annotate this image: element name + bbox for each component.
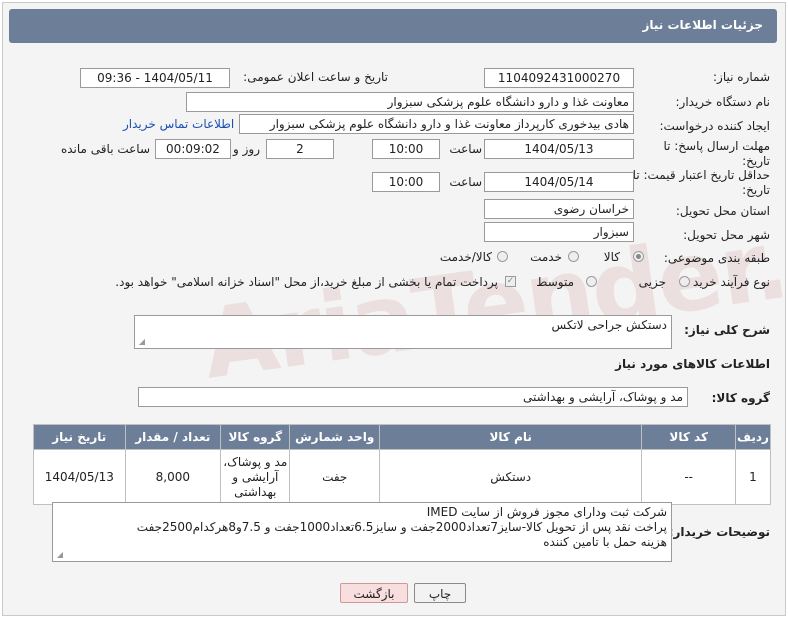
requester-field[interactable]: هادی بیدخوری کارپرداز معاونت غذا و دارو … (239, 114, 634, 134)
table-row[interactable]: 1 -- دستکش جفت مد و پوشاک، آرایشی و بهدا… (33, 449, 772, 505)
announce-datetime-label: تاریخ و ساعت اعلان عمومی: (243, 70, 388, 84)
need-number-field[interactable]: 1104092431000270 (484, 68, 634, 88)
treasury-note: پرداخت تمام یا بخشی از مبلغ خرید،از محل … (115, 275, 498, 289)
price-validity-time-field[interactable]: 10:00 (372, 172, 440, 192)
cell-row: 1 (734, 449, 772, 505)
reply-deadline-time-label: ساعت (449, 142, 482, 156)
back-button[interactable]: بازگشت (340, 583, 408, 603)
cell-date: 1404/05/13 (33, 449, 126, 505)
buyer-org-label: نام دستگاه خریدار: (675, 95, 771, 109)
buyer-notes-textarea[interactable]: شرکت ثبت ودارای مجوز فروش از سایت IMED پ… (52, 502, 672, 562)
need-number-label: شماره نیاز: (713, 70, 770, 84)
delivery-city-field[interactable]: سبزوار (484, 222, 634, 242)
resize-handle-icon[interactable]: ◢ (55, 551, 63, 559)
delivery-city-label: شهر محل تحویل: (683, 228, 770, 242)
description-textarea[interactable]: دستکش جراحی لاتکس ◢ (134, 315, 672, 349)
category-option-goods-service: کالا/خدمت (439, 250, 492, 264)
col-name: نام کالا (378, 424, 643, 450)
goods-table: ردیف کد کالا نام کالا واحد شمارش گروه کا… (33, 424, 772, 505)
category-option-service: خدمت (530, 250, 562, 264)
description-text: دستکش جراحی لاتکس (551, 318, 667, 332)
cell-code: -- (641, 449, 736, 505)
goods-group-field[interactable]: مد و پوشاک، آرایشی و بهداشتی (138, 387, 688, 407)
col-qty: تعداد / مقدار (124, 424, 222, 450)
purchase-type-label: نوع فرآیند خرید : (685, 275, 770, 289)
announce-datetime-field[interactable]: 1404/05/11 - 09:36 (80, 68, 230, 88)
delivery-province-field[interactable]: خراسان رضوی (484, 199, 634, 219)
category-radio-service[interactable] (568, 251, 579, 262)
print-button[interactable]: چاپ (414, 583, 466, 603)
col-unit: واحد شمارش (289, 424, 380, 450)
buyer-notes-line-2: پراخت نقد پس از تحویل کالا-سایز7تعداد200… (136, 520, 667, 534)
buyer-contact-link[interactable]: اطلاعات تماس خریدار (123, 117, 234, 131)
buyer-notes-line-3: هزینه حمل با تامین کننده (543, 535, 667, 549)
remaining-time-field[interactable]: 00:09:02 (155, 139, 231, 159)
price-validity-time-label: ساعت (449, 175, 482, 189)
goods-table-header: ردیف کد کالا نام کالا واحد شمارش گروه کا… (33, 424, 772, 450)
buyer-notes-line-1: شرکت ثبت ودارای مجوز فروش از سایت IMED (426, 505, 667, 519)
purchase-type-option-medium: متوسط (536, 275, 574, 289)
cell-unit: جفت (289, 449, 380, 505)
resize-handle-icon[interactable]: ◢ (137, 338, 145, 346)
cell-group: مد و پوشاک، آرایشی و بهداشتی (220, 449, 291, 505)
purchase-type-option-minor: جزیی (638, 275, 666, 289)
days-label: روز و (233, 142, 260, 156)
reply-deadline-days-field[interactable]: 2 (266, 139, 334, 159)
buyer-notes-label: توضیحات خریدار: (668, 525, 770, 539)
purchase-type-radio-minor[interactable] (679, 276, 690, 287)
col-row: ردیف (734, 424, 772, 450)
requester-label: ایجاد کننده درخواست: (659, 119, 770, 133)
cell-qty: 8,000 (124, 449, 222, 505)
cell-name: دستکش (378, 449, 643, 505)
col-code: کد کالا (641, 424, 736, 450)
price-validity-label: حداقل تاریخ اعتبار قیمت: تا تاریخ: (632, 168, 770, 197)
reply-deadline-date-field[interactable]: 1404/05/13 (484, 139, 634, 159)
buyer-org-field[interactable]: معاونت غذا و دارو دانشگاه علوم پزشکی سبز… (186, 92, 634, 112)
page-title: جزئیات اطلاعات نیاز (642, 18, 763, 32)
category-option-goods: کالا (603, 250, 620, 264)
goods-group-label: گروه کالا: (711, 391, 770, 405)
category-radio-goods-service[interactable] (497, 251, 508, 262)
delivery-province-label: استان محل تحویل: (675, 204, 770, 218)
remaining-time-label: ساعت باقی مانده (60, 142, 150, 156)
category-radio-goods[interactable] (633, 251, 644, 262)
category-label: طبقه بندی موضوعی: (663, 251, 770, 265)
description-label: شرح کلی نیاز: (684, 323, 770, 337)
col-group: گروه کالا (220, 424, 291, 450)
reply-deadline-time-field[interactable]: 10:00 (372, 139, 440, 159)
page-header: جزئیات اطلاعات نیاز (9, 9, 777, 43)
price-validity-date-field[interactable]: 1404/05/14 (484, 172, 634, 192)
col-date: تاریخ نیاز (33, 424, 126, 450)
goods-section-title: اطلاعات کالاهای مورد نیاز (615, 357, 770, 371)
treasury-checkbox[interactable]: ✓ (505, 276, 516, 287)
purchase-type-radio-medium[interactable] (586, 276, 597, 287)
reply-deadline-label: مهلت ارسال پاسخ: تا تاریخ: (663, 139, 770, 168)
